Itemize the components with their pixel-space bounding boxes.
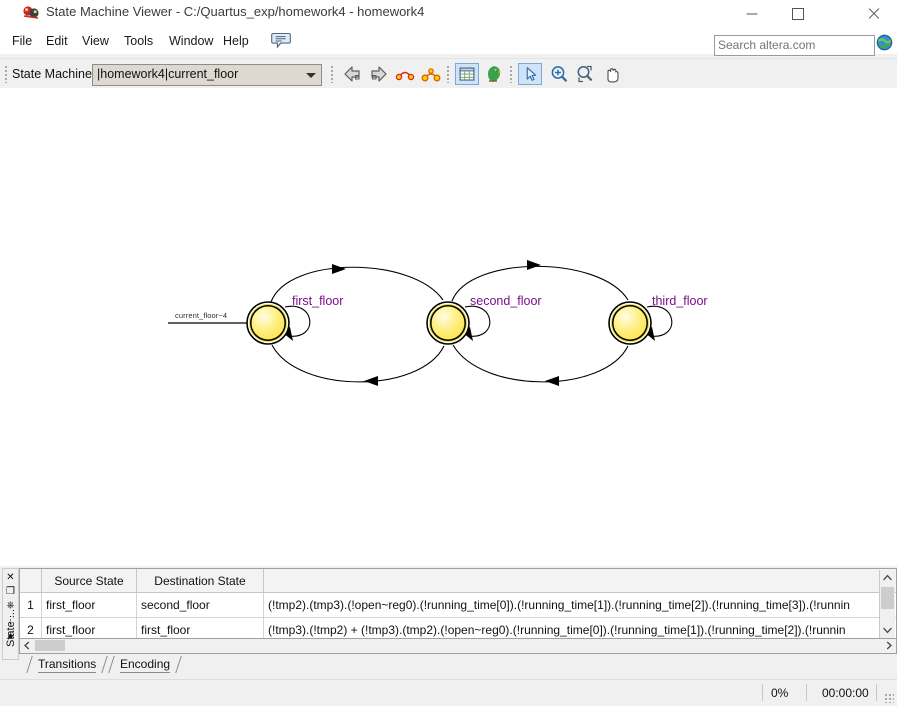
row-source: first_floor [42, 593, 137, 618]
table-vertical-scrollbar[interactable] [879, 570, 895, 639]
tab-transitions[interactable]: Transitions [29, 656, 105, 673]
state-node-third-floor [609, 302, 651, 344]
globe-icon[interactable] [876, 34, 893, 51]
scroll-up-button[interactable] [880, 570, 895, 586]
col-condition[interactable] [264, 569, 897, 593]
state-machine-select[interactable]: |homework4|current_floor [92, 64, 322, 86]
forward-button[interactable] [366, 63, 390, 85]
col-destination[interactable]: Destination State [137, 569, 264, 593]
state-node-second-floor [427, 302, 469, 344]
pan-tool-button[interactable] [600, 63, 624, 85]
row-condition: (!tmp2).(tmp3).(!open~reg0).(!running_ti… [264, 593, 897, 618]
dock-tabs: Transitions Encoding [19, 656, 619, 674]
menu-tools[interactable]: Tools [118, 32, 159, 50]
reset-transition-label: current_floor~4 [175, 311, 227, 320]
select-tool-button[interactable] [518, 63, 542, 85]
row-index: 2 [20, 618, 42, 640]
state-label-third-floor: third_floor [652, 294, 708, 308]
status-divider-3 [876, 684, 877, 701]
resize-grip[interactable] [884, 693, 894, 703]
close-icon[interactable]: ✕ [5, 572, 16, 583]
menu-edit[interactable]: Edit [40, 32, 74, 50]
table-header-row: Source State Destination State [20, 569, 897, 593]
quartus-icon [22, 4, 40, 22]
toolbar-grip-3[interactable] [446, 65, 450, 83]
close-button[interactable] [851, 0, 897, 28]
tab-encoding-label: Encoding [120, 657, 170, 673]
tab-encoding[interactable]: Encoding [111, 656, 179, 673]
menu-view[interactable]: View [76, 32, 115, 50]
transitions-dock: ✕ ❐ ⎈ ⋮ ● State ... Source State Destina… [0, 566, 897, 679]
row-index: 1 [20, 593, 42, 618]
status-divider-2 [806, 684, 807, 701]
state-label-first-floor: first_floor [292, 294, 343, 308]
title-bar: State Machine Viewer - C:/Quartus_exp/ho… [0, 0, 897, 28]
scroll-down-button[interactable] [880, 622, 895, 638]
menu-file[interactable]: File [6, 32, 38, 50]
col-index[interactable] [20, 569, 42, 593]
dock-panel-title: State ... [5, 607, 17, 647]
diagram-canvas[interactable]: current_floor~4 first_floor second_floor… [0, 88, 897, 566]
row-source: first_floor [42, 618, 137, 640]
maximize-button[interactable] [775, 0, 821, 28]
elapsed-time: 00:00:00 [822, 685, 869, 701]
status-bar: 0% 00:00:00 [0, 679, 897, 706]
state-label-second-floor: second_floor [470, 294, 542, 308]
window-title: State Machine Viewer - C:/Quartus_exp/ho… [46, 4, 424, 19]
show-parrot-button[interactable] [481, 63, 505, 85]
scroll-right-button[interactable] [883, 640, 895, 651]
status-divider-1 [762, 684, 763, 701]
menu-window[interactable]: Window [163, 32, 219, 50]
row-destination: first_floor [137, 618, 264, 640]
state-list-button[interactable] [419, 63, 443, 85]
menu-help[interactable]: Help [217, 32, 255, 50]
chevron-down-icon [306, 73, 316, 78]
state-node-first-floor [247, 302, 289, 344]
state-machine-diagram [0, 88, 897, 566]
scroll-left-button[interactable] [21, 640, 33, 651]
zoom-fit-tool-button[interactable] [573, 63, 597, 85]
show-table-button[interactable] [455, 63, 479, 85]
table-horizontal-scrollbar[interactable] [19, 639, 897, 654]
minimize-button[interactable] [729, 0, 775, 28]
col-source[interactable]: Source State [42, 569, 137, 593]
row-destination: second_floor [137, 593, 264, 618]
speech-bubble-icon[interactable] [271, 32, 291, 49]
state-machine-label: State Machine: [12, 67, 95, 81]
toolbar-grip-1[interactable] [4, 65, 8, 83]
row-condition: (!tmp3).(!tmp2) + (!tmp3).(tmp2).(!open~… [264, 618, 897, 640]
toolbar-grip-4[interactable] [509, 65, 513, 83]
state-diagram-button[interactable] [393, 63, 417, 85]
table-row[interactable]: 1 first_floor second_floor (!tmp2).(tmp3… [20, 593, 897, 618]
back-button[interactable] [341, 63, 365, 85]
state-machine-value: |homework4|current_floor [97, 67, 238, 81]
toolbar: State Machine: |homework4|current_floor [0, 58, 897, 90]
state-machine-viewer-window: State Machine Viewer - C:/Quartus_exp/ho… [0, 0, 897, 705]
transitions-table: Source State Destination State 1 first_f… [20, 569, 897, 639]
scroll-thumb-vertical[interactable] [881, 587, 894, 609]
transitions-table-container[interactable]: Source State Destination State 1 first_f… [19, 568, 897, 639]
dock-rail: ✕ ❐ ⎈ ⋮ ● State ... [2, 568, 19, 660]
restore-icon[interactable]: ❐ [5, 586, 16, 597]
search-box[interactable] [714, 35, 875, 56]
search-input[interactable] [715, 36, 874, 53]
table-row[interactable]: 2 first_floor first_floor (!tmp3).(!tmp2… [20, 618, 897, 640]
scroll-thumb-horizontal[interactable] [35, 640, 65, 651]
progress-percent: 0% [771, 685, 788, 701]
toolbar-grip-2[interactable] [330, 65, 334, 83]
tab-transitions-label: Transitions [38, 657, 96, 673]
zoom-in-tool-button[interactable] [547, 63, 571, 85]
